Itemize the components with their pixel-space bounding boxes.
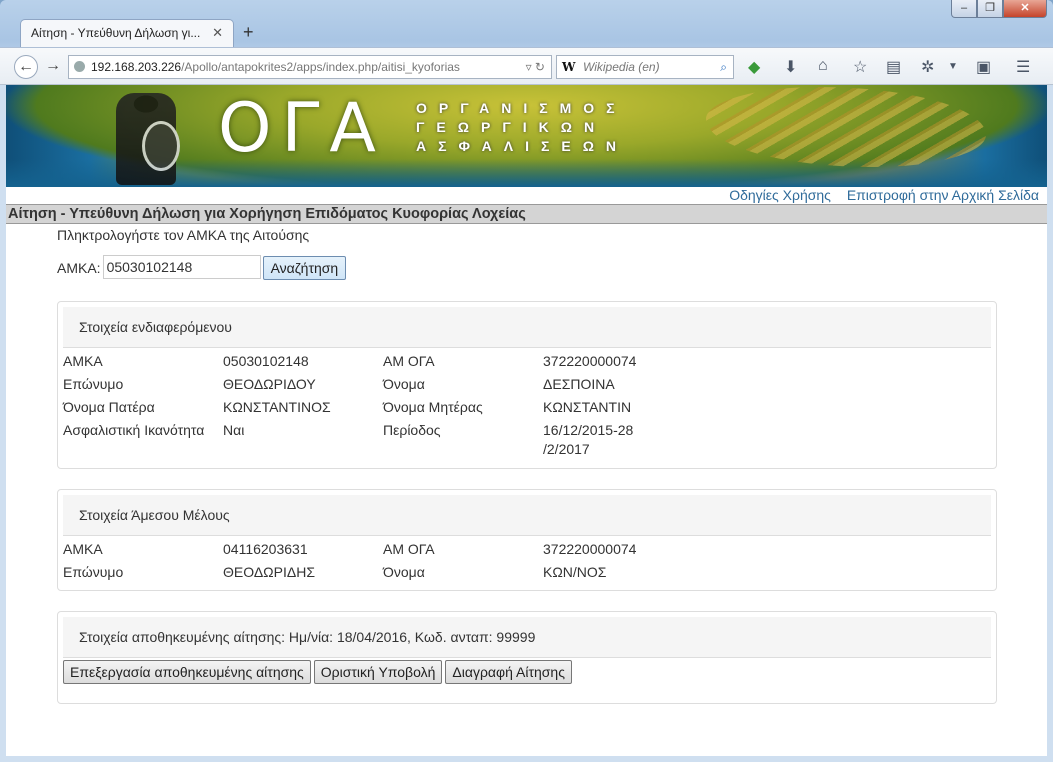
- minimize-button[interactable]: –: [951, 0, 977, 18]
- logo-subtitle-line1: ΟΡΓΑΝΙΣΜΟΣ: [416, 100, 627, 116]
- field-value: ΚΩΝ/ΝΟΣ: [543, 564, 607, 580]
- field-label: Όνομα Πατέρα: [63, 399, 155, 415]
- search-box[interactable]: W Wikipedia (en) ⌕: [556, 55, 734, 79]
- saved-panel-actions: Επεξεργασία αποθηκευμένης αίτησης Οριστι…: [58, 658, 996, 684]
- search-placeholder: Wikipedia (en): [583, 60, 660, 74]
- search-icon[interactable]: ⌕: [720, 56, 727, 78]
- addon-icon[interactable]: ✲: [921, 57, 934, 77]
- field-value: ΚΩΝΣΤΑΝΤΙΝΟΣ: [223, 399, 331, 415]
- logo-subtitle-line2: ΓΕΩΡΓΙΚΩΝ: [416, 119, 607, 135]
- home-icon[interactable]: ⌂: [818, 57, 828, 75]
- menu-icon[interactable]: ☰: [1016, 57, 1030, 77]
- tab-close-icon[interactable]: ✕: [212, 20, 223, 46]
- maximize-button[interactable]: ❐: [977, 0, 1003, 18]
- field-label: Όνομα: [383, 376, 425, 392]
- navigation-toolbar: ← → 192.168.203.226/Apollo/antapokrites2…: [0, 47, 1053, 85]
- field-label: Επώνυμο: [63, 564, 124, 580]
- amka-input[interactable]: [102, 255, 261, 279]
- field-label: Όνομα Μητέρας: [383, 399, 483, 415]
- field-value: ΘΕΟΔΩΡΙΔΗΣ: [223, 564, 315, 580]
- saved-panel-heading: Στοιχεία αποθηκευμένης αίτησης: Ημ/νία: …: [63, 617, 991, 658]
- notes-icon[interactable]: ▣: [976, 57, 991, 77]
- field-label: ΑΜ ΟΓΑ: [383, 541, 435, 557]
- table-row: Ασφαλιστική Ικανότητα Ναι Περίοδος 16/12…: [63, 421, 996, 459]
- page-title: Αίτηση - Υπεύθυνη Δήλωση για Χορήγηση Επ…: [6, 204, 1047, 224]
- address-bar[interactable]: 192.168.203.226/Apollo/antapokrites2/app…: [68, 55, 552, 79]
- new-tab-button[interactable]: +: [243, 22, 254, 43]
- member-grid: ΑΜΚΑ 04116203631 ΑΜ ΟΓΑ 372220000074 Επώ…: [58, 536, 996, 592]
- wikipedia-icon[interactable]: W: [562, 56, 575, 78]
- field-label: ΑΜ ΟΓΑ: [383, 353, 435, 369]
- insured-panel-heading: Στοιχεία ενδιαφερόμενου: [63, 307, 991, 348]
- download-icon[interactable]: ⬇: [784, 57, 797, 77]
- field-value: 16/12/2015-28 /2/2017: [543, 422, 634, 457]
- field-value: Ναι: [223, 422, 245, 438]
- close-window-button[interactable]: ✕: [1003, 0, 1047, 18]
- member-panel: Στοιχεία Άμεσου Μέλους ΑΜΚΑ 04116203631 …: [57, 489, 997, 591]
- field-value: ΚΩΝΣΤΑΝΤΙΝ: [543, 399, 632, 415]
- amka-search-form: ΑΜΚΑ: Αναζήτηση: [57, 255, 347, 281]
- reload-icon[interactable]: ▿ ↻: [526, 56, 545, 78]
- table-row: ΑΜΚΑ 04116203631 ΑΜ ΟΓΑ 372220000074: [63, 540, 996, 559]
- field-value: ΘΕΟΔΩΡΙΔΟΥ: [223, 376, 316, 392]
- url-path: /Apollo/antapokrites2/apps/index.php/ait…: [181, 60, 460, 74]
- insured-panel: Στοιχεία ενδιαφερόμενου ΑΜΚΑ 05030102148…: [57, 301, 997, 469]
- reading-list-icon[interactable]: ▤: [886, 57, 901, 77]
- field-value: ΔΕΣΠΟΙΝΑ: [543, 376, 615, 392]
- field-value: 372220000074: [543, 541, 637, 557]
- home-link[interactable]: Επιστροφή στην Αρχική Σελίδα: [847, 187, 1039, 203]
- top-links: Οδηγίες Χρήσης Επιστροφή στην Αρχική Σελ…: [717, 187, 1039, 203]
- browser-tab[interactable]: Αίτηση - Υπεύθυνη Δήλωση γι... ✕: [20, 19, 234, 47]
- wheat-decoration: [706, 87, 986, 167]
- logo-subtitle-line3: ΑΣΦΑΛΙΣΕΩΝ: [416, 138, 629, 154]
- oga-banner: ΟΓΑ ΟΡΓΑΝΙΣΜΟΣ ΓΕΩΡΓΙΚΩΝ ΑΣΦΑΛΙΣΕΩΝ: [6, 85, 1047, 187]
- url-host: 192.168.203.226: [91, 60, 182, 74]
- edit-application-button[interactable]: Επεξεργασία αποθηκευμένης αίτησης: [63, 660, 311, 684]
- field-label: Επώνυμο: [63, 376, 124, 392]
- insured-grid: ΑΜΚΑ 05030102148 ΑΜ ΟΓΑ 372220000074 Επώ…: [58, 348, 996, 469]
- field-value: 05030102148: [223, 353, 309, 369]
- amka-prompt: Πληκτρολογήστε τον ΑΜΚΑ της Αιτούσης: [57, 227, 310, 243]
- help-link[interactable]: Οδηγίες Χρήσης: [729, 187, 831, 203]
- table-row: Επώνυμο ΘΕΟΔΩΡΙΔΟΥ Όνομα ΔΕΣΠΟΙΝΑ: [63, 375, 996, 394]
- tab-bar: Αίτηση - Υπεύθυνη Δήλωση γι... ✕ +: [0, 17, 1053, 47]
- field-label: Ασφαλιστική Ικανότητα: [63, 422, 205, 438]
- table-row: Όνομα Πατέρα ΚΩΝΣΤΑΝΤΙΝΟΣ Όνομα Μητέρας …: [63, 398, 996, 417]
- field-value: 04116203631: [223, 541, 308, 557]
- table-row: ΑΜΚΑ 05030102148 ΑΜ ΟΓΑ 372220000074: [63, 352, 996, 371]
- page-viewport: ΟΓΑ ΟΡΓΑΝΙΣΜΟΣ ΓΕΩΡΓΙΚΩΝ ΑΣΦΑΛΙΣΕΩΝ Οδηγ…: [6, 85, 1047, 756]
- member-panel-heading: Στοιχεία Άμεσου Μέλους: [63, 495, 991, 536]
- table-row: Επώνυμο ΘΕΟΔΩΡΙΔΗΣ Όνομα ΚΩΝ/ΝΟΣ: [63, 563, 996, 582]
- field-label: Όνομα: [383, 564, 425, 580]
- search-button[interactable]: Αναζήτηση: [262, 256, 347, 280]
- logo-subtitle: ΟΡΓΑΝΙΣΜΟΣ ΓΕΩΡΓΙΚΩΝ ΑΣΦΑΛΙΣΕΩΝ: [416, 99, 628, 156]
- field-label: ΑΜΚΑ: [63, 353, 103, 369]
- amka-label: ΑΜΚΑ:: [57, 260, 101, 276]
- statue-logo: [116, 93, 180, 185]
- browser-window: – ❐ ✕ Αίτηση - Υπεύθυνη Δήλωση γι... ✕ +…: [0, 0, 1053, 762]
- extension-icon[interactable]: ◆: [748, 57, 760, 77]
- field-value: 372220000074: [543, 353, 637, 369]
- forward-arrow-icon[interactable]: →: [41, 55, 65, 79]
- saved-application-panel: Στοιχεία αποθηκευμένης αίτησης: Ημ/νία: …: [57, 611, 997, 704]
- shield-icon: [142, 121, 180, 171]
- globe-icon: [74, 61, 85, 72]
- field-label: Περίοδος: [383, 422, 441, 438]
- delete-application-button[interactable]: Διαγραφή Αίτησης: [445, 660, 572, 684]
- final-submit-button[interactable]: Οριστική Υποβολή: [313, 660, 443, 684]
- field-label: ΑΜΚΑ: [63, 541, 103, 557]
- dropdown-icon[interactable]: ▼: [948, 61, 958, 72]
- logo-text: ΟΓΑ: [218, 89, 386, 168]
- back-arrow-icon[interactable]: ←: [14, 55, 38, 79]
- tab-title: Αίτηση - Υπεύθυνη Δήλωση γι...: [31, 26, 201, 40]
- bookmark-star-icon[interactable]: ☆: [853, 57, 867, 77]
